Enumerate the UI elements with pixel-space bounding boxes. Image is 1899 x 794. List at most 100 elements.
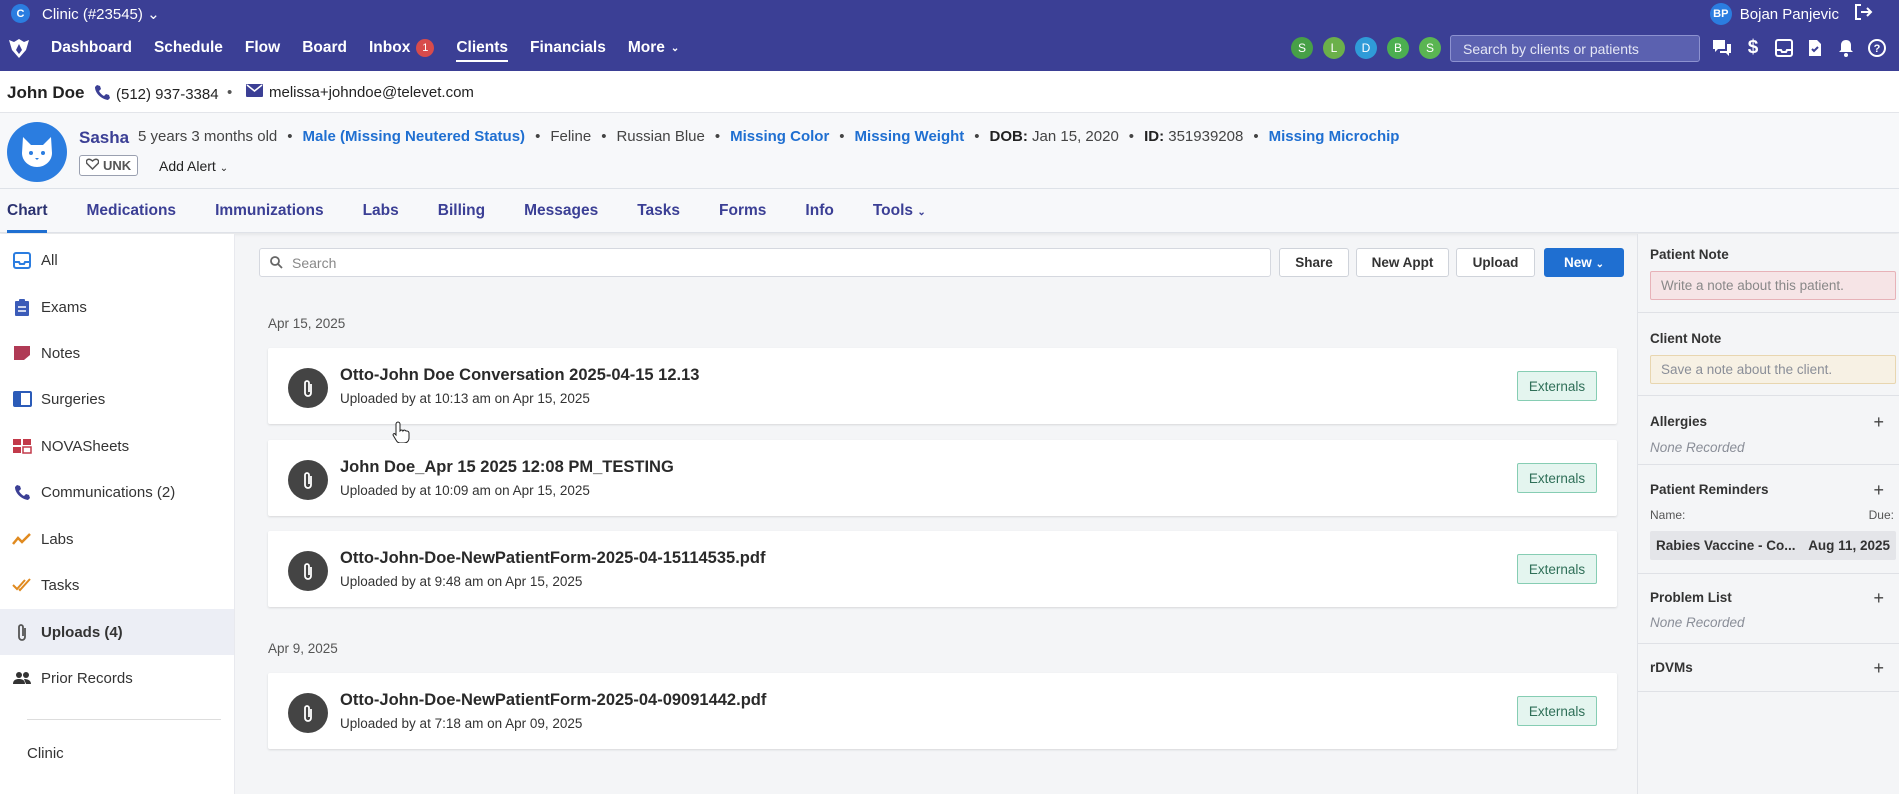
nav-clients[interactable]: Clients [456, 39, 508, 62]
tab-info[interactable]: Info [805, 202, 833, 220]
sidebar-item-notes[interactable]: Notes [0, 330, 234, 376]
sidebar-item-surgeries[interactable]: Surgeries [0, 376, 234, 422]
help-icon[interactable]: ? [1867, 38, 1887, 58]
top-bar: C Clinic (#23545) ⌄ BP Bojan Panjevic Da… [0, 0, 1899, 71]
add-problem-plus-icon[interactable]: + [1873, 589, 1884, 607]
staff-avatar[interactable]: B [1387, 37, 1409, 59]
chart-tabs: Chart Medications Immunizations Labs Bil… [0, 189, 1899, 233]
chevron-down-icon: ⌄ [219, 163, 229, 174]
clinic-switcher[interactable]: Clinic (#23545) ⌄ [42, 5, 160, 23]
staff-avatar[interactable]: S [1419, 37, 1441, 59]
patient-color-link[interactable]: Missing Color [730, 128, 829, 145]
new-appt-button[interactable]: New Appt [1356, 248, 1449, 277]
nav-schedule[interactable]: Schedule [154, 39, 223, 57]
client-note-title: Client Note [1650, 331, 1722, 346]
upload-card[interactable]: John Doe_Apr 15 2025 12:08 PM_TESTING Up… [268, 440, 1617, 516]
logout-icon[interactable] [1853, 3, 1873, 25]
separator: • [227, 84, 233, 101]
cat-avatar-icon[interactable] [7, 122, 67, 182]
tab-tools[interactable]: Tools ⌄ [873, 202, 926, 220]
tab-messages[interactable]: Messages [524, 202, 598, 220]
externals-button[interactable]: Externals [1517, 554, 1597, 584]
allergies-title: Allergies [1650, 414, 1708, 429]
heart-icon [85, 158, 100, 173]
upload-title[interactable]: Otto-John-Doe-NewPatientForm-2025-04-090… [340, 691, 766, 710]
sidebar-item-tasks[interactable]: Tasks [0, 562, 234, 608]
upload-title[interactable]: Otto-John Doe Conversation 2025-04-15 12… [340, 366, 699, 385]
avatar[interactable]: BP [1709, 3, 1732, 25]
sidebar-item-uploads[interactable]: Uploads (4) [0, 609, 234, 655]
externals-button[interactable]: Externals [1517, 463, 1597, 493]
nav-more[interactable]: More ⌄ [628, 39, 679, 57]
sidebar-item-label: Tasks [41, 576, 80, 594]
global-search-input[interactable]: Search by clients or patients [1450, 35, 1700, 62]
sidebar-item-novasheets[interactable]: NOVASheets [0, 423, 234, 469]
main-nav-row: Dashboard Schedule Flow Board Inbox 1 Cli… [0, 33, 1899, 63]
bell-icon[interactable] [1836, 38, 1856, 58]
patient-name[interactable]: Sasha [79, 128, 129, 148]
inbox-tray-icon[interactable] [1774, 38, 1794, 58]
add-alert-button[interactable]: Add Alert ⌄ [159, 158, 228, 174]
add-reminder-plus-icon[interactable]: + [1873, 481, 1884, 499]
tab-tasks[interactable]: Tasks [637, 202, 680, 220]
nav-dashboard[interactable]: Dashboard [51, 39, 132, 57]
phone-icon [12, 482, 32, 502]
dollar-icon[interactable]: $ [1743, 37, 1763, 58]
date-header: Apr 15, 2025 [268, 316, 346, 331]
sidebar-clinic-label[interactable]: Clinic [27, 745, 64, 762]
sidebar-item-all[interactable]: All [0, 237, 234, 283]
sidebar-item-communications[interactable]: Communications (2) [0, 469, 234, 515]
sidebar-item-exams[interactable]: Exams [0, 284, 234, 330]
chart-search-input[interactable]: Search [259, 248, 1271, 277]
task-check-icon[interactable] [1805, 38, 1825, 58]
patient-note-title: Patient Note [1650, 247, 1729, 262]
client-note-input[interactable]: Save a note about the client. [1650, 355, 1896, 384]
add-allergy-plus-icon[interactable]: + [1873, 413, 1884, 431]
inbox-count-badge: 1 [416, 39, 435, 57]
tab-chart[interactable]: Chart [7, 202, 48, 233]
tab-labs[interactable]: Labs [363, 202, 399, 220]
staff-avatar[interactable]: S [1291, 37, 1313, 59]
patient-weight-link[interactable]: Missing Weight [855, 128, 965, 145]
staff-avatar[interactable]: D [1355, 37, 1377, 59]
upload-card[interactable]: Otto-John Doe Conversation 2025-04-15 12… [268, 348, 1617, 424]
upload-title[interactable]: John Doe_Apr 15 2025 12:08 PM_TESTING [340, 458, 674, 477]
sidebar-item-labs[interactable]: Labs [0, 516, 234, 562]
paperclip-icon [12, 622, 32, 642]
upload-card[interactable]: Otto-John-Doe-NewPatientForm-2025-04-151… [268, 531, 1617, 607]
upload-title[interactable]: Otto-John-Doe-NewPatientForm-2025-04-151… [340, 549, 765, 568]
upload-card[interactable]: Otto-John-Doe-NewPatientForm-2025-04-090… [268, 673, 1617, 749]
client-phone[interactable]: (512) 937-3384 [94, 84, 219, 104]
share-button[interactable]: Share [1279, 248, 1349, 277]
chevron-down-icon: ⌄ [1595, 259, 1604, 270]
rdvms-section: rDVMs + [1638, 644, 1899, 692]
nav-board[interactable]: Board [302, 39, 347, 57]
patient-microchip-link[interactable]: Missing Microchip [1269, 128, 1400, 145]
clinic-badge[interactable]: C [11, 4, 30, 23]
chat-icon[interactable] [1712, 38, 1732, 58]
nav-financials[interactable]: Financials [530, 39, 606, 57]
nav-flow[interactable]: Flow [245, 39, 280, 57]
client-email[interactable]: melissa+johndoe@televet.com [246, 84, 474, 101]
tab-immunizations[interactable]: Immunizations [215, 202, 324, 220]
new-button[interactable]: New ⌄ [1544, 248, 1624, 277]
user-menu[interactable]: BP Bojan Panjevic [1709, 3, 1873, 25]
upload-button[interactable]: Upload [1456, 248, 1535, 277]
nav-inbox[interactable]: Inbox 1 [369, 39, 435, 57]
staff-avatar[interactable]: L [1323, 37, 1345, 59]
blood-type-chip[interactable]: UNK [79, 155, 139, 176]
tab-forms[interactable]: Forms [719, 202, 766, 220]
externals-button[interactable]: Externals [1517, 696, 1597, 726]
add-rdvm-plus-icon[interactable]: + [1873, 659, 1884, 677]
patient-sex-link[interactable]: Male (Missing Neutered Status) [303, 128, 526, 145]
tab-billing[interactable]: Billing [438, 202, 485, 220]
user-name[interactable]: Bojan Panjevic [1740, 6, 1839, 23]
app-logo-icon[interactable] [7, 36, 31, 60]
upload-subtitle: Uploaded by at 7:18 am on Apr 09, 2025 [340, 716, 583, 731]
sidebar-item-prior-records[interactable]: Prior Records [0, 655, 234, 701]
client-name[interactable]: John Doe [7, 83, 84, 103]
patient-note-input[interactable]: Write a note about this patient. [1650, 271, 1896, 300]
tab-medications[interactable]: Medications [86, 202, 176, 220]
externals-button[interactable]: Externals [1517, 371, 1597, 401]
reminder-row[interactable]: Rabies Vaccine - Co... Aug 11, 2025 [1650, 531, 1896, 560]
